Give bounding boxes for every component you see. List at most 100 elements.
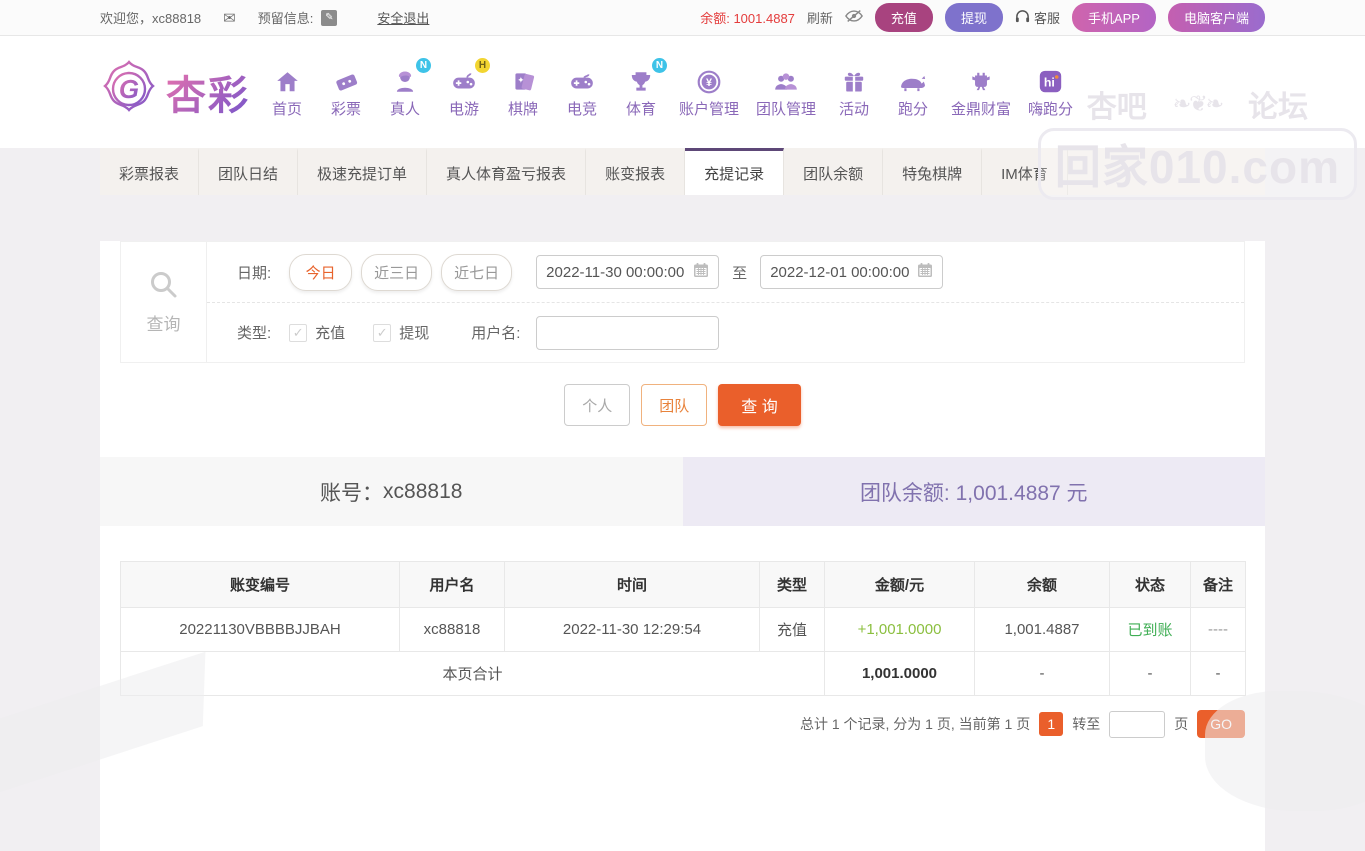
rhino-icon <box>897 65 929 95</box>
nav-item-cards[interactable]: ✦ 棋牌 <box>502 65 544 119</box>
cell-amount: +1,001.0000 <box>824 607 975 652</box>
reserved-info-label: 预留信息: <box>257 11 314 26</box>
tab-team-balance[interactable]: 团队余额 <box>784 148 884 195</box>
team-balance-value: 1,001.4887 元 <box>955 481 1088 505</box>
cell-balance: 1,001.4887 <box>974 607 1110 652</box>
refresh-link[interactable]: 刷新 <box>807 8 833 27</box>
table-footer-row: 本页合计 1,001.0000 - - - <box>120 651 1246 696</box>
svg-text:G: G <box>119 74 139 104</box>
preset-today[interactable]: 今日 <box>289 253 353 291</box>
records-table: 账变编号 用户名 时间 类型 金额/元 余额 状态 备注 20221130VBB… <box>120 561 1246 696</box>
nav-item-slots[interactable]: H 电游 <box>443 58 490 119</box>
footer-status: - <box>1109 651 1191 696</box>
username-input[interactable] <box>536 315 720 350</box>
trophy-icon <box>628 65 654 95</box>
date-filter-row: 日期: 今日 近三日 近七日 2022-11-30 00:00:00 至 202… <box>207 242 1244 302</box>
customer-service-link[interactable]: 客服 <box>1015 8 1060 27</box>
preset-7days[interactable]: 近七日 <box>441 253 513 291</box>
tab-team-daily[interactable]: 团队日结 <box>199 148 299 195</box>
cell-change-id: 20221130VBBBBJJBAH <box>120 607 400 652</box>
tab-fast-orders[interactable]: 极速充提订单 <box>298 148 428 195</box>
nav-item-live[interactable]: N 真人 <box>384 58 431 119</box>
table-row: 20221130VBBBBJJBAH xc88818 2022-11-30 12… <box>120 607 1246 652</box>
mail-icon[interactable]: ✉ <box>223 9 236 27</box>
nav-item-treasure[interactable]: 金鼎财富 <box>951 65 1011 119</box>
withdraw-checkbox[interactable]: ✓ <box>373 323 392 342</box>
cell-remark: ---- <box>1190 607 1246 652</box>
col-status: 状态 <box>1109 561 1191 608</box>
col-type: 类型 <box>759 561 825 608</box>
account-value: xc88818 <box>383 479 463 503</box>
tab-deposit-withdraw-records[interactable]: 充提记录 <box>685 148 785 195</box>
nav-item-team[interactable]: 团队管理 <box>756 65 816 119</box>
nav-item-sports[interactable]: N 体育 <box>620 58 667 119</box>
hot-badge: H <box>475 58 490 73</box>
summary-band: 账号： xc88818 团队余额: 1,001.4887 元 <box>100 457 1265 526</box>
team-icon <box>772 65 800 95</box>
date-label: 日期: <box>237 264 272 282</box>
nav-item-paofen[interactable]: 跑分 <box>892 65 934 119</box>
date-from-input[interactable]: 2022-11-30 00:00:00 <box>536 255 720 289</box>
brand-flower-icon: G <box>100 59 158 126</box>
nav-item-hipaofen[interactable]: hi 嗨跑分 <box>1028 65 1073 119</box>
footer-remark: - <box>1190 651 1246 696</box>
table-header-row: 账变编号 用户名 时间 类型 金额/元 余额 状态 备注 <box>120 561 1246 608</box>
cell-type: 充值 <box>759 607 825 652</box>
tab-im-sports[interactable]: IM体育 <box>982 148 1068 195</box>
balance-value: 1001.4887 <box>733 11 795 26</box>
mobile-app-button[interactable]: 手机APP <box>1071 3 1156 32</box>
pagination-summary: 总计 1 个记录, 分为 1 页, 当前第 1 页 <box>799 716 1031 732</box>
nav-item-lottery[interactable]: 彩票 <box>325 65 367 119</box>
col-balance: 余额 <box>974 561 1110 608</box>
search-icon <box>148 269 180 306</box>
footer-amount: 1,001.0000 <box>824 651 975 696</box>
withdraw-button[interactable]: 提现 <box>944 3 1003 32</box>
tab-live-sports-pnl[interactable]: 真人体育盈亏报表 <box>427 148 587 195</box>
recharge-button[interactable]: 充值 <box>874 3 933 32</box>
logout-link[interactable]: 安全退出 <box>377 8 429 27</box>
pc-client-button[interactable]: 电脑客户端 <box>1167 3 1265 32</box>
live-person-icon <box>392 65 418 95</box>
svg-text:hi: hi <box>1044 76 1055 90</box>
goto-page-input[interactable] <box>1109 710 1166 738</box>
tab-tetu-cards[interactable]: 特兔棋牌 <box>883 148 983 195</box>
brand-logo[interactable]: G 杏彩 <box>100 59 250 126</box>
tab-lottery-report[interactable]: 彩票报表 <box>100 148 200 195</box>
edit-icon[interactable]: ✎ <box>321 9 338 26</box>
col-change-id: 账变编号 <box>120 561 400 608</box>
username-label: 用户名: <box>471 325 521 342</box>
team-button[interactable]: 团队 <box>641 384 708 426</box>
ticket-icon <box>333 65 360 95</box>
records-table-wrap: 账变编号 用户名 时间 类型 金额/元 余额 状态 备注 20221130VBB… <box>120 561 1246 696</box>
goto-label: 转至 <box>1072 716 1101 732</box>
eye-off-icon[interactable] <box>844 9 863 26</box>
nav-item-activity[interactable]: 活动 <box>833 65 875 119</box>
nav-item-esports[interactable]: 电竞 <box>561 65 603 119</box>
personal-button[interactable]: 个人 <box>564 384 631 426</box>
preset-3days[interactable]: 近三日 <box>361 253 433 291</box>
filter-side-label: 查询 <box>146 315 181 334</box>
cell-username: xc88818 <box>399 607 505 652</box>
treasure-icon <box>968 65 994 95</box>
query-button[interactable]: 查 询 <box>718 384 801 426</box>
tab-account-change[interactable]: 账变报表 <box>586 148 686 195</box>
main-nav: 首页 彩票 N 真人 H 电游 ✦ 棋牌 电竞 N 体育 ¥ 账户管理 团队管理… <box>266 58 1073 119</box>
balance-text: 余额: 1001.4887 <box>700 11 795 26</box>
filter-side: 查询 <box>121 242 207 362</box>
esports-icon <box>568 65 596 95</box>
nav-item-account[interactable]: ¥ 账户管理 <box>679 65 739 119</box>
page-1-button[interactable]: 1 <box>1039 712 1064 736</box>
type-label: 类型: <box>237 325 272 342</box>
footer-label: 本页合计 <box>120 651 825 696</box>
col-remark: 备注 <box>1190 561 1246 608</box>
svg-text:¥: ¥ <box>706 77 712 89</box>
withdraw-checkbox-label: 提现 <box>399 325 430 342</box>
nav-item-home[interactable]: 首页 <box>266 65 308 119</box>
coin-icon: ¥ <box>696 65 722 95</box>
go-button[interactable]: GO <box>1197 710 1245 738</box>
new-badge: N <box>416 58 431 73</box>
recharge-checkbox[interactable]: ✓ <box>289 323 308 342</box>
header: G 杏彩 首页 彩票 N 真人 H 电游 ✦ 棋牌 电竞 N 体育 ¥ 账户管理… <box>0 36 1365 200</box>
col-time: 时间 <box>504 561 760 608</box>
date-to-input[interactable]: 2022-12-01 00:00:00 <box>760 255 944 289</box>
